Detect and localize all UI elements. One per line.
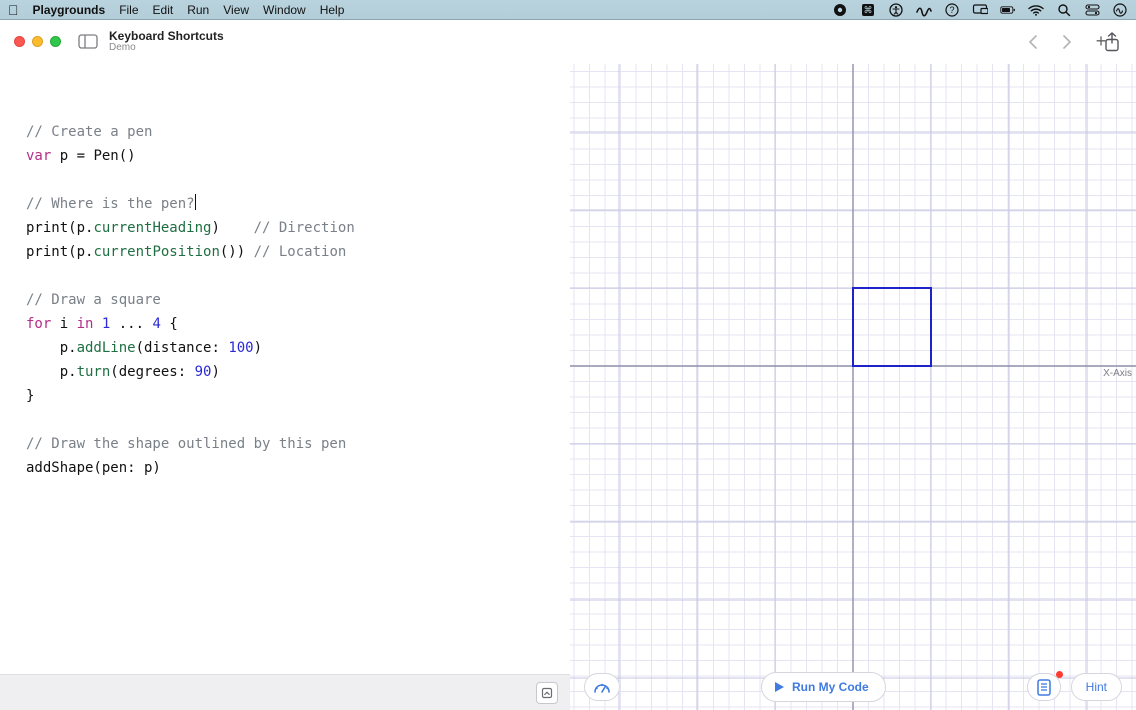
library-icon [1036,678,1052,696]
code-text: p. [26,364,77,380]
back-button[interactable] [1022,31,1044,53]
menu-edit[interactable]: Edit [153,3,174,17]
hint-label: Hint [1086,680,1107,694]
spotlight-icon[interactable] [1056,2,1072,18]
code-text [93,316,101,332]
library-button[interactable] [1027,673,1061,701]
minimize-window-button[interactable] [32,36,43,47]
page-title-block: Keyboard Shortcuts Demo [109,30,224,53]
menu-file[interactable]: File [119,3,138,17]
code-text: addShape(pen: p) [26,460,161,476]
code-editor[interactable]: // Create a pen var p = Pen() // Where i… [0,64,570,710]
share-button[interactable] [1104,32,1120,57]
zoom-window-button[interactable] [50,36,61,47]
code-text: } [26,388,34,404]
apple-menu-icon[interactable]:  [8,3,19,17]
record-icon[interactable] [832,2,848,18]
code-pane: // Create a pen var p = Pen() // Where i… [0,64,570,710]
menu-window[interactable]: Window [263,3,306,17]
menu-run[interactable]: Run [187,3,209,17]
battery-icon[interactable] [1000,2,1016,18]
text-cursor [195,194,196,210]
code-comment: // Draw the shape outlined by this pen [26,436,346,452]
code-member: addLine [77,340,136,356]
command-icon[interactable]: ⌘ [860,2,876,18]
run-my-code-label: Run My Code [792,680,869,694]
code-keyword: in [77,316,94,332]
siri-icon[interactable] [1112,2,1128,18]
close-window-button[interactable] [14,36,25,47]
code-number: 100 [228,340,253,356]
drawing-canvas [570,64,1136,710]
page-title: Keyboard Shortcuts [109,30,224,43]
code-text: ... [110,316,152,332]
results-bar [0,674,570,710]
code-comment: // Where is the pen? [26,196,195,212]
svg-text:?: ? [949,5,954,15]
speed-button[interactable] [584,673,620,701]
results-toggle-button[interactable] [536,682,558,704]
main-split: // Create a pen var p = Pen() // Where i… [0,64,1136,710]
accessibility-icon[interactable] [888,2,904,18]
code-keyword: var [26,148,51,164]
code-text: print(p. [26,244,93,260]
wifi-icon[interactable] [1028,2,1044,18]
page-subtitle: Demo [109,43,224,54]
code-member: currentPosition [93,244,219,260]
code-text: p. [26,340,77,356]
run-my-code-button[interactable]: Run My Code [761,672,886,702]
code-number: 90 [195,364,212,380]
menubar-status-icons: ⌘ ? [832,2,1128,18]
code-text: ) [211,364,219,380]
code-text: print(p. [26,220,93,236]
code-text: (degrees: [110,364,194,380]
code-text: ) [254,340,262,356]
code-text: ) [211,220,253,236]
control-center-icon[interactable] [1084,2,1100,18]
code-text: { [161,316,178,332]
live-view-pane: X-Axis Run My Code Hint [570,64,1136,710]
menu-view[interactable]: View [223,3,249,17]
window-traffic-lights [14,36,61,47]
code-text: i [51,316,76,332]
code-number: 4 [152,316,160,332]
app-menu[interactable]: Playgrounds [33,3,106,17]
code-comment: // Draw a square [26,292,161,308]
help-status-icon[interactable]: ? [944,2,960,18]
play-icon [774,681,785,693]
display-icon[interactable] [972,2,988,18]
sidebar-toggle-icon[interactable] [77,33,99,51]
code-comment: // Create a pen [26,124,152,140]
scribble-icon[interactable] [916,2,932,18]
forward-button[interactable] [1056,31,1078,53]
code-text: ()) [220,244,254,260]
code-member: turn [77,364,111,380]
macos-menubar:  Playgrounds File Edit Run View Window … [0,0,1136,20]
code-comment: // Location [254,244,347,260]
code-text: p = Pen() [51,148,135,164]
code-member: currentHeading [93,220,211,236]
menu-help[interactable]: Help [320,3,345,17]
window-toolbar: Keyboard Shortcuts Demo + [0,20,1136,64]
code-text: (distance: [136,340,229,356]
live-view-controls: Run My Code Hint [570,664,1136,710]
code-keyword: for [26,316,51,332]
menubar-left:  Playgrounds File Edit Run View Window … [8,3,344,17]
code-comment: // Direction [254,220,355,236]
hint-button[interactable]: Hint [1071,673,1122,701]
svg-text:⌘: ⌘ [864,5,873,15]
x-axis-label: X-Axis [1103,368,1132,379]
